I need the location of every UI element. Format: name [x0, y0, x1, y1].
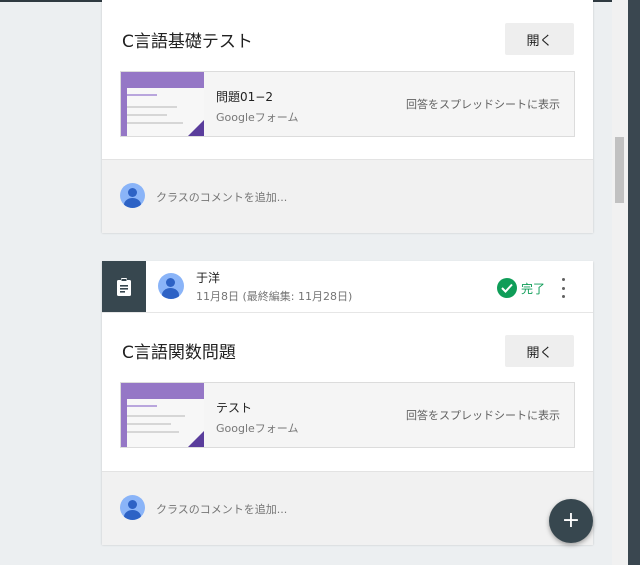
open-button[interactable]: 開く — [505, 335, 574, 367]
attachment-type: Googleフォーム — [216, 422, 299, 435]
class-comment-area[interactable]: クラスのコメントを追加... — [102, 159, 593, 233]
view-responses-link[interactable]: 回答をスプレッドシートに表示 — [406, 96, 560, 112]
attachment-type: Googleフォーム — [216, 111, 299, 124]
status-badge: 完了 — [521, 282, 546, 296]
open-button[interactable]: 開く — [505, 23, 574, 55]
add-icon[interactable]: + — [549, 499, 593, 543]
post-header: 于洋 11月8日 (最終編集: 11月28日) 完了 — [102, 261, 593, 313]
form-thumbnail — [121, 383, 204, 447]
right-edge — [628, 0, 640, 565]
form-attachment[interactable]: テスト Googleフォーム 回答をスプレッドシートに表示 — [120, 382, 575, 448]
view-responses-link[interactable]: 回答をスプレッドシートに表示 — [406, 407, 560, 423]
classwork-card-2: 于洋 11月8日 (最終編集: 11月28日) 完了 C言語関数問題 開く テス… — [102, 261, 593, 545]
check-circle-icon — [497, 278, 517, 298]
assignment-title: C言語関数問題 — [122, 343, 236, 363]
scrollbar[interactable] — [612, 0, 628, 565]
avatar-icon — [120, 183, 145, 208]
avatar-icon — [120, 495, 145, 520]
comment-input[interactable]: クラスのコメントを追加... — [156, 189, 287, 205]
form-thumbnail — [121, 72, 204, 136]
assignment-title: C言語基礎テスト — [122, 32, 253, 52]
author-name: 于洋 — [196, 271, 221, 285]
classwork-card-1: C言語基礎テスト 開く 問題01−2 Googleフォーム 回答をスプレッドシー… — [102, 0, 593, 233]
form-attachment[interactable]: 問題01−2 Googleフォーム 回答をスプレッドシートに表示 — [120, 71, 575, 137]
attachment-title: テスト — [216, 401, 253, 415]
more-vert-icon[interactable] — [555, 278, 571, 298]
class-comment-area[interactable]: クラスのコメントを追加... — [102, 471, 593, 545]
comment-input[interactable]: クラスのコメントを追加... — [156, 501, 287, 517]
assignment-icon — [102, 261, 146, 312]
post-date: 11月8日 (最終編集: 11月28日) — [196, 290, 353, 303]
attachment-title: 問題01−2 — [216, 90, 273, 104]
scrollbar-thumb[interactable] — [615, 137, 624, 203]
avatar-icon — [158, 273, 184, 299]
